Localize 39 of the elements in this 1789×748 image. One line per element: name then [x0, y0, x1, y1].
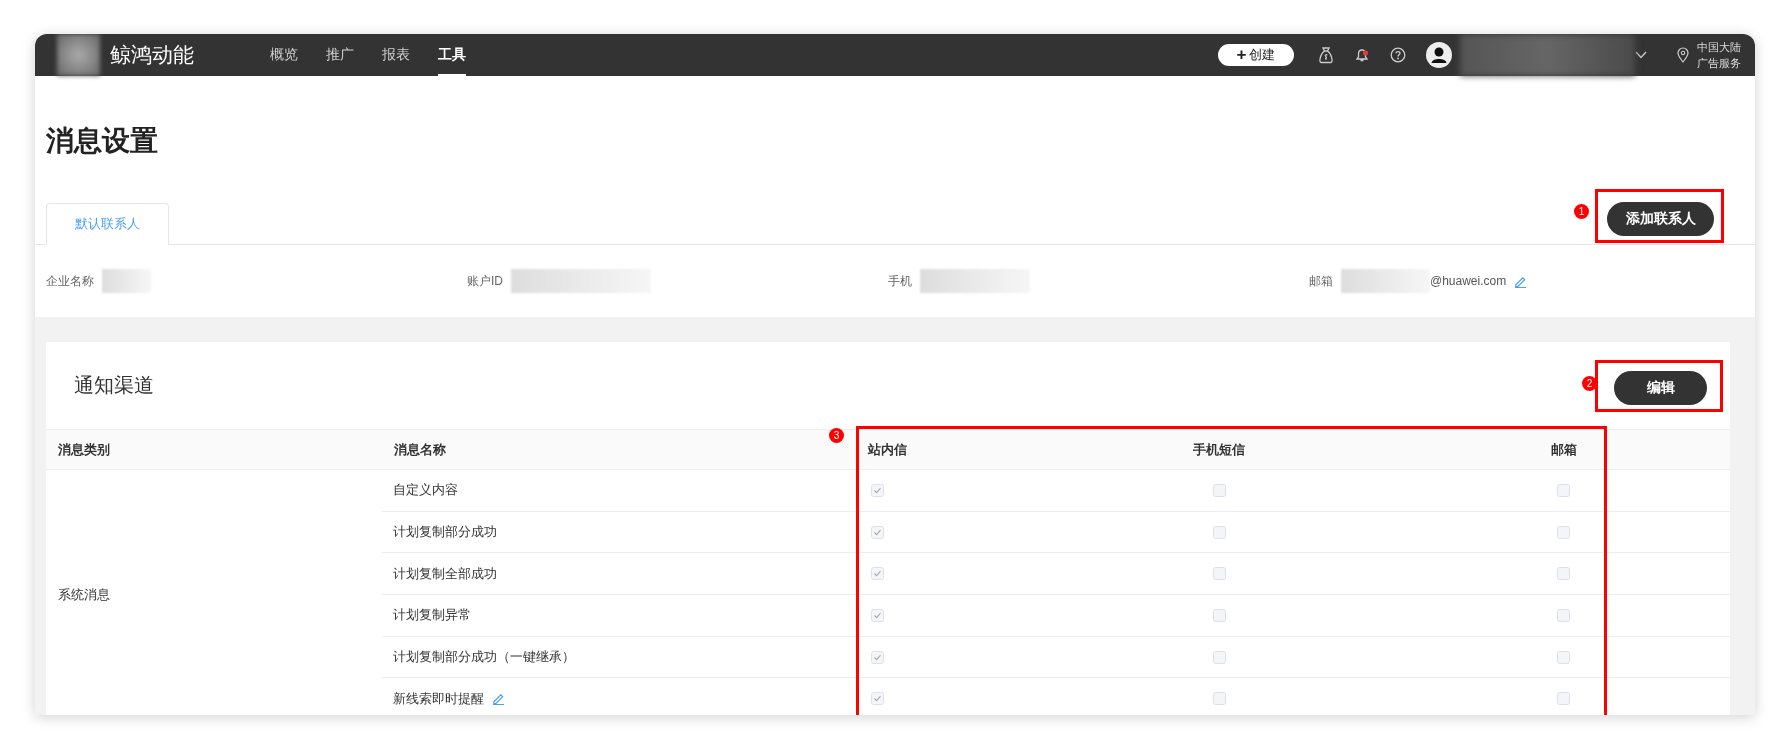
bell-icon[interactable]	[1354, 47, 1370, 63]
chevron-down-icon[interactable]	[1635, 51, 1647, 59]
location-pin-icon	[1677, 47, 1689, 63]
money-bag-icon[interactable]	[1318, 46, 1334, 64]
column-header: 消息名称	[394, 440, 446, 459]
logo	[57, 34, 100, 76]
section-title: 通知渠道	[74, 373, 154, 398]
message-name: 计划复制部分成功	[393, 523, 497, 542]
add-contact-button[interactable]: 添加联系人	[1607, 202, 1714, 236]
region-text: 中国大陆	[1697, 40, 1741, 55]
edit-button[interactable]: 编辑	[1614, 371, 1707, 405]
nav-item[interactable]: 推广	[326, 34, 354, 76]
message-name: 计划复制部分成功（一键继承）	[393, 648, 575, 667]
message-name: 计划复制异常	[393, 606, 471, 625]
annotation-badge: 1	[1574, 204, 1589, 219]
annotation-badge: 2	[1582, 376, 1597, 391]
column-header: 手机短信	[1193, 440, 1245, 459]
create-button[interactable]: + 创建	[1218, 44, 1294, 66]
nav-item[interactable]: 概览	[270, 34, 298, 76]
region-text: 广告服务	[1697, 56, 1741, 71]
column-header: 消息类别	[58, 440, 110, 459]
column-header: 站内信	[868, 440, 907, 459]
help-icon[interactable]	[1390, 47, 1406, 63]
redacted-value	[102, 269, 151, 293]
field-label: 账户ID	[467, 272, 503, 290]
message-name: 新线索即时提醒	[393, 689, 484, 708]
field-label: 邮箱	[1309, 272, 1333, 290]
pencil-icon[interactable]	[1514, 274, 1528, 288]
avatar-icon[interactable]	[1426, 42, 1452, 68]
message-name: 自定义内容	[393, 481, 458, 500]
field-label: 企业名称	[46, 272, 94, 290]
brand-name: 鲸鸿动能	[110, 42, 195, 68]
column-header: 邮箱	[1550, 440, 1577, 459]
nav-item[interactable]: 报表	[382, 34, 410, 76]
page-title: 消息设置	[45, 124, 159, 158]
email-domain: @huawei.com	[1430, 274, 1507, 288]
field-label: 手机	[888, 272, 912, 290]
message-name: 计划复制全部成功	[393, 564, 497, 583]
category-name: 系统消息	[58, 586, 110, 605]
